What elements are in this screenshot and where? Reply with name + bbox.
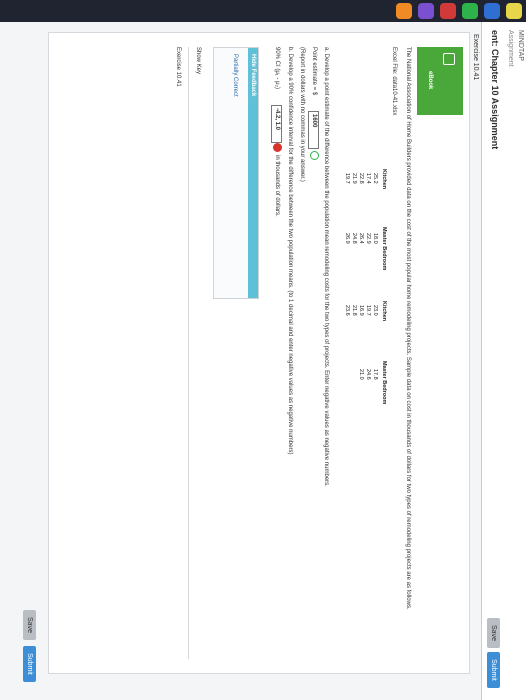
save-button[interactable]: Save: [487, 618, 500, 648]
table-cell: 23.6: [344, 305, 350, 316]
divider: [188, 47, 189, 659]
rotated-frame: MINDTAP Assignment ent: Chapter 10 Assig…: [0, 0, 526, 700]
part-a-question: a. Develop a point estimate of the diffe…: [323, 47, 329, 487]
data-table: Kitchen Master Bedroom Kitchen Master Be…: [337, 169, 387, 429]
feedback-box: Hide Feedback Partially Correct: [213, 47, 259, 299]
table-column: 25.2 17.4 22.8 21.9 19.7: [343, 173, 378, 184]
point-estimate-label: Point estimate = $: [311, 47, 317, 96]
app-icon-blue[interactable]: [484, 3, 500, 19]
table-cell: 19.7: [344, 173, 350, 184]
table-cell: 17.4: [365, 173, 371, 184]
feedback-header-bar[interactable]: Hide Feedback: [248, 48, 258, 298]
table-cell: 21.9: [351, 173, 357, 184]
ebook-label: eBook: [427, 71, 433, 90]
assignment-header: MINDTAP Assignment ent: Chapter 10 Assig…: [481, 22, 526, 700]
table-cell: 21.8: [351, 305, 357, 316]
report-note: (Report in dollars with no commas in you…: [299, 47, 305, 182]
table-header: Master Bedroom: [381, 227, 387, 271]
submit-button[interactable]: Submit: [487, 652, 500, 688]
table-cell: 25.2: [372, 173, 378, 184]
point-estimate-input[interactable]: 1600: [308, 111, 319, 149]
part-b-question: b. Develop a 90% confidence interval for…: [287, 47, 293, 455]
table-cell: 24.6: [365, 369, 371, 380]
ci-label: 90% CI (μ₁ - μ₂): [274, 47, 280, 89]
save-button-bottom[interactable]: Save: [23, 610, 36, 640]
table-cell: 18.0: [372, 233, 378, 244]
app-icon-yellow[interactable]: [506, 3, 522, 19]
app-icon-orange[interactable]: [396, 3, 412, 19]
incorrect-x-icon: [273, 143, 282, 152]
table-cell: 24.8: [351, 233, 357, 244]
table-column: 18.0 22.9 26.4 24.8 26.9: [343, 233, 378, 244]
table-column: 17.8 24.6 21.0: [357, 369, 378, 380]
app-icon-red[interactable]: [440, 3, 456, 19]
app-icon-purple[interactable]: [418, 3, 434, 19]
intro-text: The National Association of Home Builder…: [405, 47, 411, 610]
table-cell: 19.7: [365, 305, 371, 316]
show-key-link[interactable]: Show Key: [195, 47, 201, 74]
table-header: Master Bedroom: [381, 361, 387, 405]
submit-button-bottom[interactable]: Submit: [23, 646, 36, 682]
screen: MINDTAP Assignment ent: Chapter 10 Assig…: [0, 0, 526, 700]
book-icon: [443, 53, 455, 65]
footer-exercise: Exercise 10.41: [175, 47, 181, 87]
hide-feedback-link[interactable]: Hide Feedback: [250, 54, 256, 96]
table-cell: 21.0: [358, 369, 364, 380]
table-column: 23.0 19.7 16.9 21.8 23.6: [343, 305, 378, 316]
window-title: MINDTAP: [517, 30, 524, 61]
table-cell: 17.8: [372, 369, 378, 380]
exercise-title: Exercise 10.41: [472, 34, 479, 81]
exercise-card: eBook The National Association of Home B…: [48, 32, 470, 674]
feedback-status: Partially Correct: [232, 54, 238, 97]
assignment-title: ent: Chapter 10 Assignment: [490, 30, 500, 150]
app-icon-green[interactable]: [462, 3, 478, 19]
table-cell: 26.4: [358, 233, 364, 244]
table-cell: 22.8: [358, 173, 364, 184]
excel-file-link[interactable]: Excel File: data10-41.xlsx: [391, 47, 397, 115]
assignment-small-label: Assignment: [507, 30, 514, 67]
os-dock: [0, 0, 526, 22]
table-header: Kitchen: [381, 301, 387, 322]
ci-input[interactable]: -4.2, 1.0: [271, 105, 282, 143]
table-cell: 16.9: [358, 305, 364, 316]
table-header: Kitchen: [381, 169, 387, 190]
ci-unit: in thousands of dollars.: [274, 155, 280, 217]
ebook-tab[interactable]: eBook: [417, 47, 463, 115]
table-cell: 26.9: [344, 233, 350, 244]
correct-check-icon: [310, 151, 319, 160]
table-cell: 22.9: [365, 233, 371, 244]
table-cell: 23.0: [372, 305, 378, 316]
